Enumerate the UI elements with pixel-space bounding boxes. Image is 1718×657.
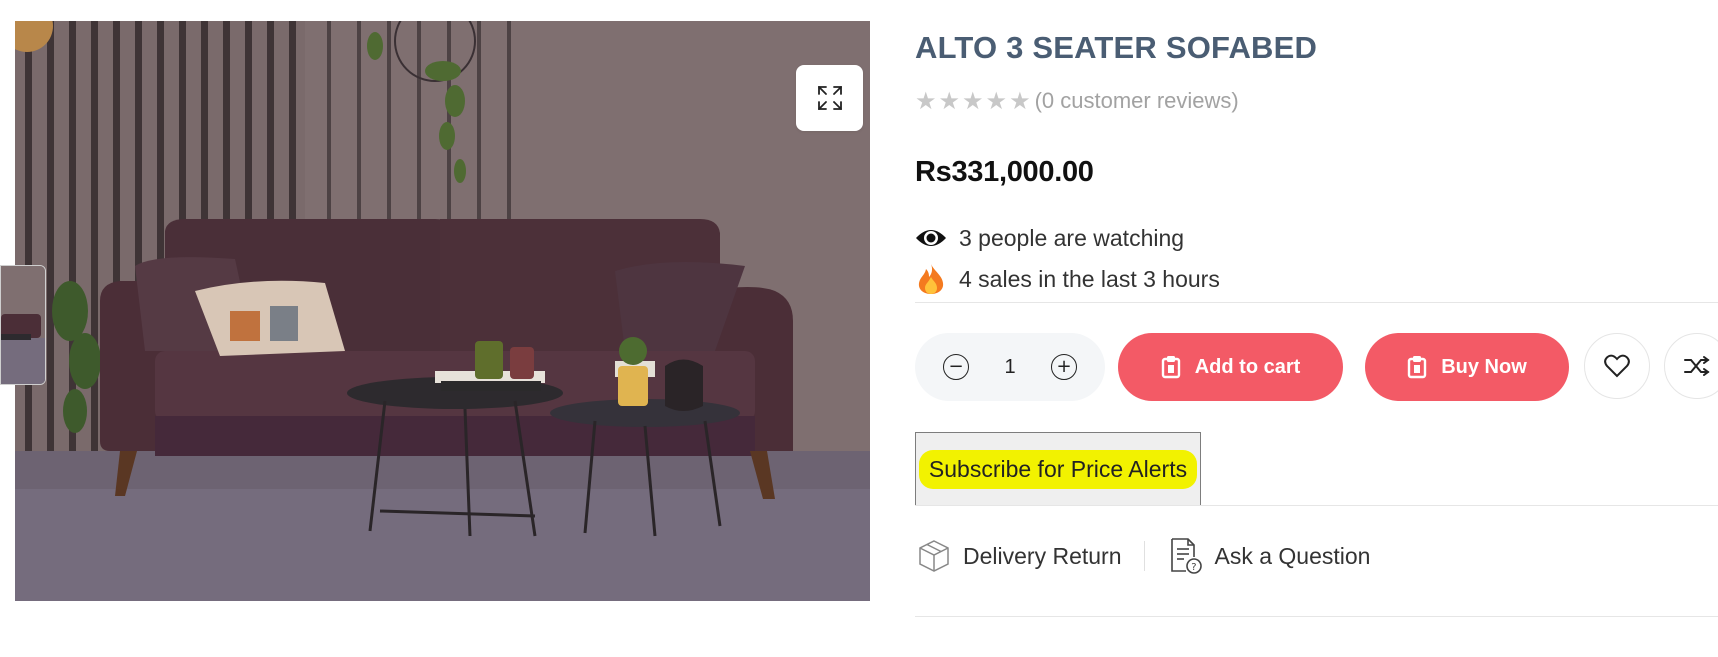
thumbnail-image <box>1 266 45 384</box>
product-image <box>15 21 870 601</box>
ask-question-link[interactable]: ? Ask a Question <box>1167 537 1371 575</box>
star-icon: ★ <box>962 87 984 115</box>
expand-icon <box>817 86 842 110</box>
product-page: ALTO 3 SEATER SOFABED ★ ★ ★ ★ ★ (0 custo… <box>0 0 1718 657</box>
quantity-input[interactable] <box>995 355 1025 379</box>
divider <box>915 505 1718 506</box>
ask-question-label: Ask a Question <box>1214 542 1371 569</box>
heart-icon <box>1604 354 1630 378</box>
star-icon: ★ <box>915 87 937 115</box>
divider <box>915 302 1718 303</box>
watching-text: 3 people are watching <box>959 224 1185 251</box>
compare-button[interactable] <box>1664 333 1718 399</box>
star-icon: ★ <box>938 87 961 115</box>
add-to-cart-label: Add to cart <box>1194 355 1301 378</box>
star-rating: ★ ★ ★ ★ ★ <box>915 89 1031 113</box>
shuffle-icon <box>1684 356 1710 376</box>
buy-now-button[interactable]: Buy Now <box>1365 333 1569 401</box>
product-gallery[interactable] <box>15 21 870 601</box>
package-icon <box>915 537 953 575</box>
quantity-stepper[interactable]: − + <box>915 333 1105 401</box>
product-extra-links: Delivery Return ? Ask a Question <box>915 537 1370 575</box>
star-icon: ★ <box>1009 87 1031 115</box>
document-question-icon: ? <box>1167 537 1205 575</box>
zoom-button[interactable] <box>796 65 863 131</box>
delivery-return-link[interactable]: Delivery Return <box>915 537 1122 575</box>
star-icon: ★ <box>985 87 1008 115</box>
svg-text:?: ? <box>1191 562 1196 573</box>
product-summary: ALTO 3 SEATER SOFABED ★ ★ ★ ★ ★ (0 custo… <box>915 0 1718 657</box>
subscribe-label: Subscribe for Price Alerts <box>918 449 1198 489</box>
watching-indicator: 3 people are watching <box>915 222 1184 254</box>
product-title: ALTO 3 SEATER SOFABED <box>915 30 1318 65</box>
add-to-cart-button[interactable]: Add to cart <box>1118 333 1343 401</box>
sales-indicator: 4 sales in the last 3 hours <box>915 263 1220 295</box>
gallery-thumbnail[interactable] <box>0 265 46 385</box>
buy-now-label: Buy Now <box>1441 355 1527 378</box>
clipboard-icon <box>1161 355 1181 379</box>
sales-text: 4 sales in the last 3 hours <box>959 265 1220 292</box>
reviews-link[interactable]: (0 customer reviews) <box>1035 88 1239 114</box>
fire-icon <box>915 263 947 295</box>
product-price: Rs331,000.00 <box>915 156 1094 188</box>
link-divider <box>1143 541 1145 571</box>
clipboard-icon <box>1407 355 1427 379</box>
eye-icon <box>915 222 947 254</box>
divider <box>915 616 1718 617</box>
plus-circle-icon[interactable]: + <box>1051 354 1077 380</box>
wishlist-button[interactable] <box>1584 333 1650 399</box>
minus-circle-icon[interactable]: − <box>943 354 969 380</box>
subscribe-price-alerts-button[interactable]: Subscribe for Price Alerts <box>915 432 1201 506</box>
delivery-return-label: Delivery Return <box>963 542 1122 569</box>
product-rating[interactable]: ★ ★ ★ ★ ★ (0 customer reviews) <box>915 88 1239 114</box>
